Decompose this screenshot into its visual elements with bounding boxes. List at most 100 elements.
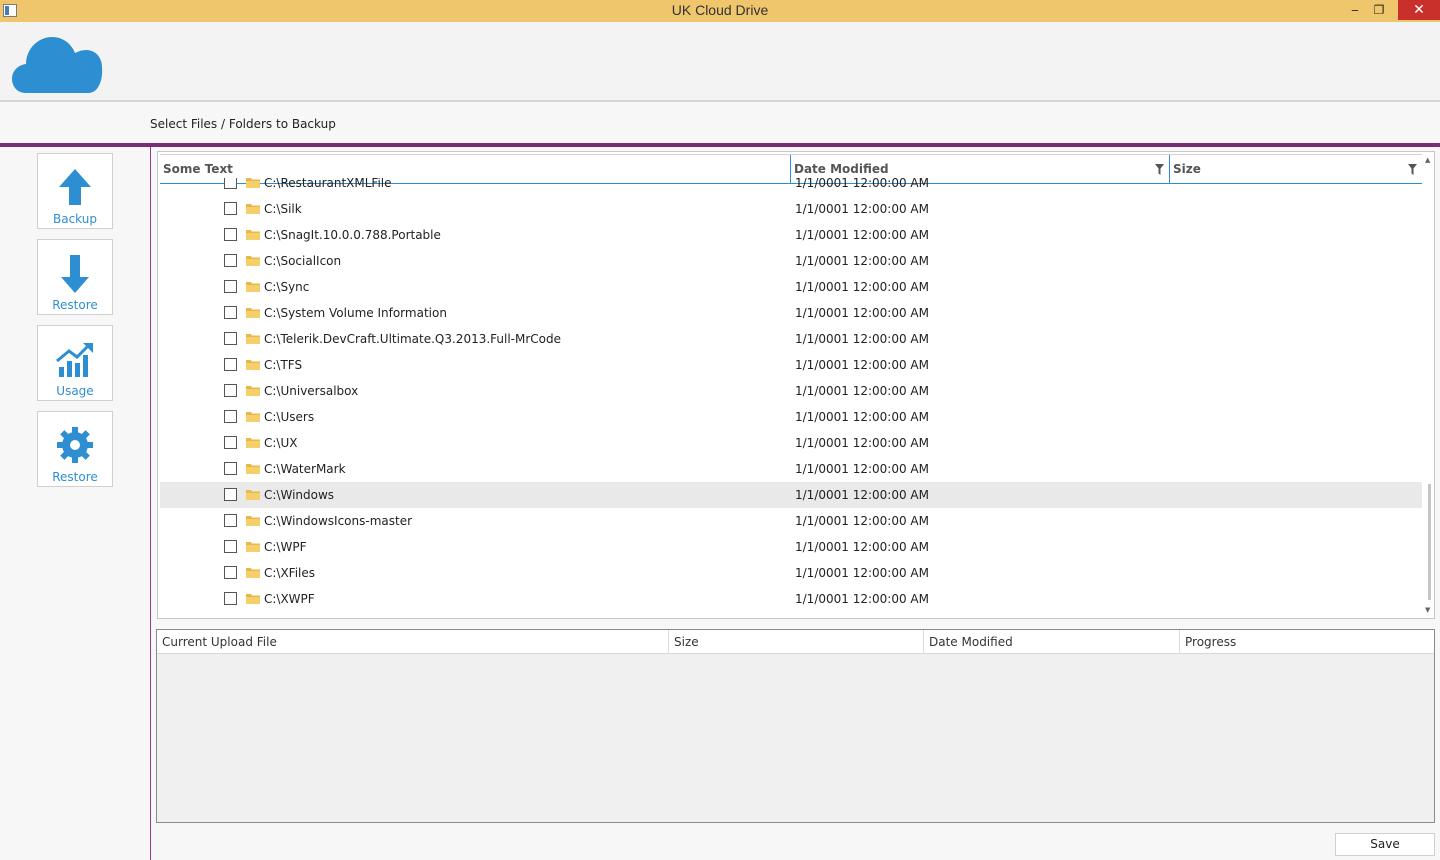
date-modified-value: 1/1/0001 12:00:00 AM: [795, 358, 929, 372]
table-row[interactable]: C:\Windows 1/1/0001 12:00:00 AM: [160, 482, 1422, 508]
folder-path: C:\Users: [264, 410, 315, 424]
date-modified-value: 1/1/0001 12:00:00 AM: [795, 462, 929, 476]
accent-divider: [0, 143, 1440, 147]
table-row[interactable]: C:\UX 1/1/0001 12:00:00 AM: [160, 430, 1422, 456]
folder-path: C:\XFiles: [264, 566, 316, 580]
folder-icon: [246, 230, 260, 240]
table-row[interactable]: C:\XFiles 1/1/0001 12:00:00 AM: [160, 560, 1422, 586]
column-header-size[interactable]: Size: [669, 630, 924, 654]
sidebar-item-restore[interactable]: Restore: [37, 239, 113, 315]
table-row[interactable]: C:\Telerik.DevCraft.Ultimate.Q3.2013.Ful…: [160, 326, 1422, 352]
gear-icon: [57, 427, 93, 463]
table-row[interactable]: C:\SnagIt.10.0.0.788.Portable 1/1/0001 12…: [160, 222, 1422, 248]
sidebar-item-label: Usage: [56, 384, 94, 398]
sidebar-item-usage[interactable]: Usage: [37, 325, 113, 401]
row-checkbox[interactable]: [224, 332, 237, 345]
row-checkbox[interactable]: [224, 592, 237, 605]
save-button[interactable]: Save: [1335, 833, 1435, 856]
table-row[interactable]: C:\Users 1/1/0001 12:00:00 AM: [160, 404, 1422, 430]
row-checkbox[interactable]: [224, 202, 237, 215]
sidebar-item-label: Backup: [53, 212, 97, 226]
table-row[interactable]: C:\XWPF 1/1/0001 12:00:00 AM: [160, 586, 1422, 612]
folder-icon: [246, 360, 260, 370]
column-header-label: Date Modified: [794, 162, 889, 176]
row-checkbox[interactable]: [224, 306, 237, 319]
sidebar: Backup Restore Usage Restore: [0, 147, 151, 860]
folder-icon: [246, 256, 260, 266]
folder-path: C:\TFS: [264, 358, 303, 372]
column-header-progress[interactable]: Progress: [1180, 630, 1434, 654]
chart-icon: [56, 343, 93, 377]
arrow-up-icon: [59, 169, 91, 205]
file-tree-grid[interactable]: Some Text Date Modified Size C:\Restaura…: [157, 151, 1435, 619]
folder-icon: [246, 542, 260, 552]
date-modified-value: 1/1/0001 12:00:00 AM: [795, 436, 929, 450]
folder-icon: [246, 178, 260, 188]
table-row[interactable]: C:\Silk 1/1/0001 12:00:00 AM: [160, 196, 1422, 222]
row-checkbox[interactable]: [224, 410, 237, 423]
scroll-down-arrow[interactable]: ▼: [1425, 606, 1430, 614]
upload-queue-grid[interactable]: Current Upload File Size Date Modified P…: [156, 629, 1435, 823]
date-modified-value: 1/1/0001 12:00:00 AM: [795, 280, 929, 294]
row-checkbox[interactable]: [224, 488, 237, 501]
row-checkbox[interactable]: [224, 514, 237, 527]
arrow-down-icon: [61, 255, 89, 293]
folder-path: C:\WindowsIcons-master: [264, 514, 413, 528]
folder-path: C:\System Volume Information: [264, 306, 447, 320]
date-modified-value: 1/1/0001 12:00:00 AM: [795, 410, 929, 424]
date-modified-value: 1/1/0001 12:00:00 AM: [795, 384, 929, 398]
scrollbar-thumb[interactable]: [1428, 484, 1431, 600]
table-row[interactable]: C:\WaterMark 1/1/0001 12:00:00 AM: [160, 456, 1422, 482]
folder-icon: [246, 412, 260, 422]
row-checkbox[interactable]: [224, 254, 237, 267]
folder-path: C:\SnagIt.10.0.0.788.Portable: [264, 228, 441, 242]
row-checkbox[interactable]: [224, 566, 237, 579]
date-modified-value: 1/1/0001 12:00:00 AM: [795, 488, 929, 502]
close-button[interactable]: ✕: [1398, 0, 1440, 20]
folder-icon: [246, 308, 260, 318]
section-title: Select Files / Folders to Backup: [150, 117, 336, 131]
table-row[interactable]: C:\WPF 1/1/0001 12:00:00 AM: [160, 534, 1422, 560]
date-modified-value: 1/1/0001 12:00:00 AM: [795, 592, 929, 606]
sidebar-item-label: Restore: [52, 470, 98, 484]
table-row[interactable]: C:\Universalbox 1/1/0001 12:00:00 AM: [160, 378, 1422, 404]
sidebar-item-settings[interactable]: Restore: [37, 411, 113, 487]
cloud-icon: [12, 37, 103, 93]
folder-path: C:\UX: [264, 436, 298, 450]
filter-icon[interactable]: [1155, 164, 1164, 175]
table-row[interactable]: C:\TFS 1/1/0001 12:00:00 AM: [160, 352, 1422, 378]
table-row[interactable]: C:\Sync 1/1/0001 12:00:00 AM: [160, 274, 1422, 300]
scroll-up-arrow[interactable]: ▲: [1425, 156, 1430, 164]
row-checkbox[interactable]: [224, 462, 237, 475]
row-checkbox[interactable]: [224, 178, 237, 189]
maximize-button[interactable]: ❐: [1367, 0, 1391, 20]
minimize-button[interactable]: ‒: [1343, 0, 1367, 20]
folder-path: C:\Windows: [264, 488, 335, 502]
folder-icon: [246, 490, 260, 500]
table-row[interactable]: C:\System Volume Information 1/1/0001 12:…: [160, 300, 1422, 326]
column-header-current-upload-file[interactable]: Current Upload File: [157, 630, 669, 654]
filter-icon[interactable]: [1408, 164, 1417, 175]
row-checkbox[interactable]: [224, 384, 237, 397]
row-checkbox[interactable]: [224, 436, 237, 449]
folder-path: C:\WaterMark: [264, 462, 346, 476]
folder-icon: [246, 386, 260, 396]
table-row[interactable]: C:\SocialIcon 1/1/0001 12:00:00 AM: [160, 248, 1422, 274]
sidebar-item-backup[interactable]: Backup: [37, 153, 113, 229]
row-checkbox[interactable]: [224, 280, 237, 293]
folder-path: C:\Silk: [264, 202, 302, 216]
table-row[interactable]: C:\RestaurantXMLFile 1/1/0001 12:00:00 AM: [160, 178, 1422, 196]
folder-path: C:\XWPF: [264, 592, 315, 606]
date-modified-value: 1/1/0001 12:00:00 AM: [795, 178, 929, 190]
row-checkbox[interactable]: [224, 540, 237, 553]
folder-icon: [246, 594, 260, 604]
toolbar: Select Files / Folders to Backup: [0, 104, 1440, 144]
folder-path: C:\Telerik.DevCraft.Ultimate.Q3.2013.Ful…: [264, 332, 562, 346]
row-checkbox[interactable]: [224, 228, 237, 241]
table-row[interactable]: C:\WindowsIcons-master 1/1/0001 12:00:00 …: [160, 508, 1422, 534]
column-header-date-modified[interactable]: Date Modified: [924, 630, 1180, 654]
vertical-scrollbar[interactable]: ▲ ▼: [1424, 154, 1434, 616]
date-modified-value: 1/1/0001 12:00:00 AM: [795, 228, 929, 242]
folder-icon: [246, 568, 260, 578]
row-checkbox[interactable]: [224, 358, 237, 371]
